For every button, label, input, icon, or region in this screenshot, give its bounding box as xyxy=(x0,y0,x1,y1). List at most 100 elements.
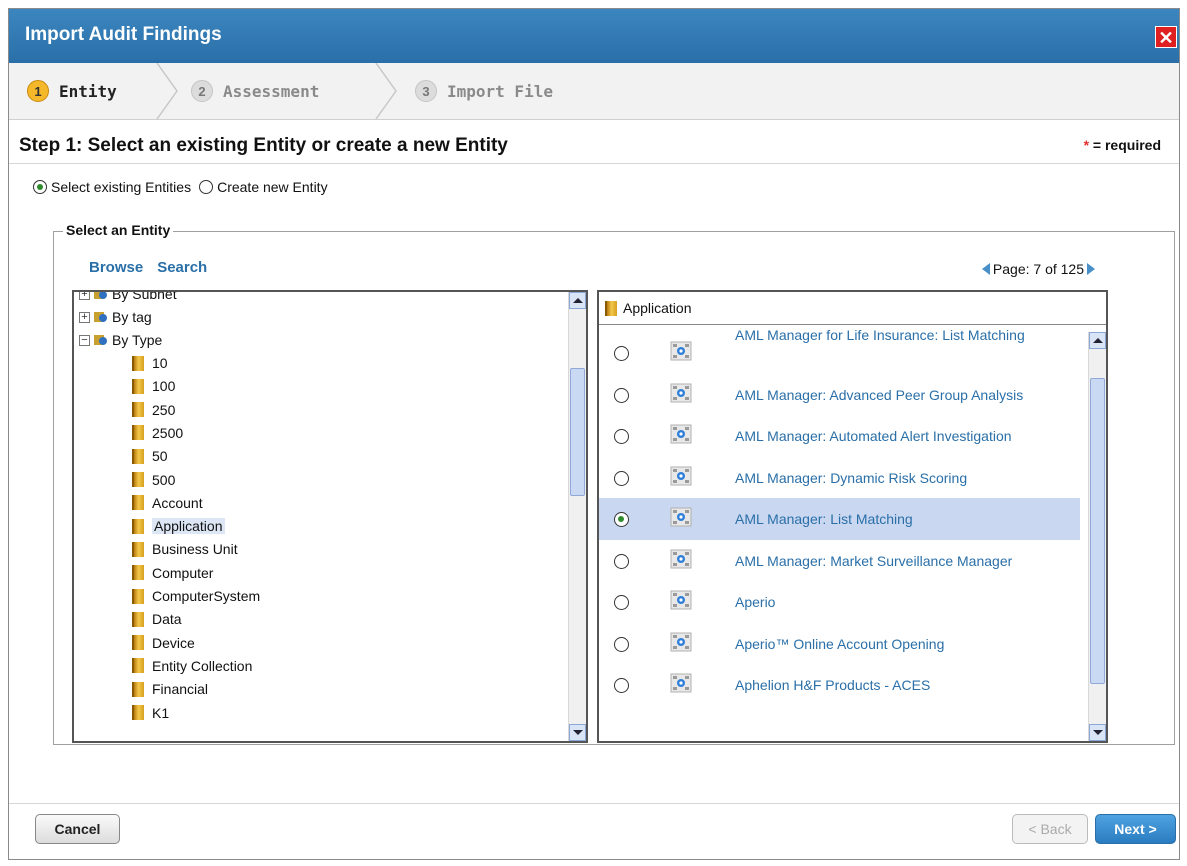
step-number-badge: 1 xyxy=(27,80,49,102)
entity-name-link[interactable]: Aperio™ Online Account Opening xyxy=(735,635,1075,653)
tree-node-label: Entity Collection xyxy=(152,657,253,674)
tree-node-label: ComputerSystem xyxy=(152,588,261,604)
entity-select-radio[interactable] xyxy=(614,553,629,569)
entity-row[interactable]: AML Manager for Life Insurance: List Mat… xyxy=(599,327,1080,374)
entity-select-radio[interactable] xyxy=(614,636,629,652)
folder-icon xyxy=(132,541,144,557)
entity-name-link[interactable]: AML Manager: Market Surveillance Manager xyxy=(735,552,1075,570)
prev-page-icon[interactable] xyxy=(981,263,990,275)
entity-row[interactable]: AML Manager: Automated Alert Investigati… xyxy=(599,415,1080,457)
select-existing-radio[interactable] xyxy=(33,180,47,194)
entity-row[interactable]: Aperio xyxy=(599,581,1080,623)
tree-node-by-type[interactable]: − By Type xyxy=(79,332,162,348)
tree-node-label: 250 xyxy=(152,401,176,418)
expand-icon[interactable]: + xyxy=(79,311,90,323)
back-button[interactable]: < Back xyxy=(1012,814,1088,844)
tree-node-label: 100 xyxy=(152,378,176,395)
entity-select-radio[interactable] xyxy=(614,387,629,403)
entity-select-radio[interactable] xyxy=(614,595,629,610)
tag-group-icon xyxy=(94,333,108,347)
folder-icon xyxy=(132,402,144,418)
entity-name-link[interactable]: Aphelion H&F Products - ACES xyxy=(735,676,1075,694)
expand-icon[interactable]: + xyxy=(79,292,90,300)
tree-node-type[interactable]: 250 xyxy=(132,402,175,418)
scroll-down-icon[interactable] xyxy=(569,724,586,741)
wizard-step-entity[interactable]: 1 Entity xyxy=(27,63,117,119)
tree-node-type[interactable]: Entity Collection xyxy=(132,658,252,674)
tree-node-type[interactable]: Device xyxy=(132,635,195,651)
tree-node-type[interactable]: Business Unit xyxy=(132,541,238,557)
scroll-down-icon[interactable] xyxy=(1089,724,1106,741)
tree-node-type[interactable]: Financial xyxy=(132,681,208,697)
entity-select-radio[interactable] xyxy=(614,512,629,527)
select-existing-label[interactable]: Select existing Entities xyxy=(51,179,191,195)
entity-row[interactable]: AML Manager: Market Surveillance Manager xyxy=(599,540,1080,582)
entity-name-link[interactable]: Aperio xyxy=(735,593,1075,611)
scroll-thumb[interactable] xyxy=(1090,378,1105,684)
folder-icon xyxy=(132,378,144,394)
tree-node-type[interactable]: K1 xyxy=(132,705,169,721)
entity-name-link[interactable]: AML Manager for Life Insurance: List Mat… xyxy=(735,326,1075,344)
entity-type-icon xyxy=(670,341,692,361)
tree-node-type[interactable]: Application xyxy=(132,518,225,535)
tree-scrollbar[interactable] xyxy=(568,292,586,741)
folder-icon xyxy=(605,300,617,316)
tree-node-type[interactable]: 2500 xyxy=(132,425,183,441)
entity-row[interactable]: AML Manager: List Matching xyxy=(599,498,1080,540)
entity-row[interactable]: AML Manager: Advanced Peer Group Analysi… xyxy=(599,374,1080,416)
tree-node-type[interactable]: Account xyxy=(132,495,203,511)
tree-node-label: 50 xyxy=(152,448,168,465)
folder-icon xyxy=(132,705,144,720)
scroll-up-icon[interactable] xyxy=(569,292,586,309)
grid-header: Application xyxy=(599,292,1106,325)
browse-link[interactable]: Browse xyxy=(89,259,143,276)
create-new-radio[interactable] xyxy=(199,180,214,194)
entity-name-link[interactable]: AML Manager: List Matching xyxy=(735,510,1075,528)
entity-name-link[interactable]: AML Manager: Dynamic Risk Scoring xyxy=(735,469,1075,487)
tree-node-label: By tag xyxy=(112,309,152,325)
grid-folder-label: Application xyxy=(623,300,692,316)
grid-scrollbar[interactable] xyxy=(1088,332,1106,741)
entity-select-radio[interactable] xyxy=(614,346,629,361)
tree-node-label: Computer xyxy=(152,564,214,581)
folder-icon xyxy=(132,472,144,487)
required-text: = required xyxy=(1089,137,1161,153)
entity-row[interactable]: AML Manager: Dynamic Risk Scoring xyxy=(599,457,1080,499)
next-page-icon[interactable] xyxy=(1087,263,1095,275)
wizard-step-import-file[interactable]: 3 Import File xyxy=(415,63,553,119)
scroll-up-icon[interactable] xyxy=(1089,332,1106,349)
tree-node-by-tag[interactable]: + By tag xyxy=(79,309,152,325)
step-title: Step 1: Select an existing Entity or cre… xyxy=(19,135,508,156)
tree-node-by-subnet[interactable]: + By Subnet xyxy=(79,292,177,302)
folder-icon xyxy=(132,658,144,674)
tree-node-type[interactable]: 100 xyxy=(132,378,175,394)
entity-select-radio[interactable] xyxy=(614,678,629,693)
entity-type-icon xyxy=(670,383,692,403)
wizard-step-assessment[interactable]: 2 Assessment xyxy=(191,63,319,119)
tree-node-type[interactable]: ComputerSystem xyxy=(132,588,260,604)
pager: Page: 7 of 125 xyxy=(981,261,1095,277)
search-link[interactable]: Search xyxy=(157,259,207,276)
tag-group-icon xyxy=(94,310,108,324)
next-button[interactable]: Next > xyxy=(1095,814,1176,844)
entity-list-panel: Application AML Manager for Life Insuran… xyxy=(597,290,1108,743)
scroll-thumb[interactable] xyxy=(570,368,585,496)
tree-node-type[interactable]: 50 xyxy=(132,448,168,464)
entity-row[interactable]: Aperio™ Online Account Opening xyxy=(599,623,1080,665)
entity-select-radio[interactable] xyxy=(614,470,629,486)
tree-node-type[interactable]: 10 xyxy=(132,355,168,371)
collapse-icon[interactable]: − xyxy=(79,334,90,346)
tree-node-type[interactable]: 500 xyxy=(132,472,175,488)
cancel-button[interactable]: Cancel xyxy=(35,814,120,844)
entity-select-radio[interactable] xyxy=(614,429,629,444)
close-icon[interactable]: ✕ xyxy=(1155,26,1177,48)
tree-node-type[interactable]: Data xyxy=(132,611,182,627)
entity-mode-options: Select existing Entities Create new Enti… xyxy=(33,179,328,195)
tree-node-type[interactable]: Computer xyxy=(132,565,213,581)
entity-name-link[interactable]: AML Manager: Automated Alert Investigati… xyxy=(735,427,1075,445)
entity-name-link[interactable]: AML Manager: Advanced Peer Group Analysi… xyxy=(735,386,1075,404)
entity-row[interactable]: Aphelion H&F Products - ACES xyxy=(599,664,1080,706)
create-new-label[interactable]: Create new Entity xyxy=(217,179,328,195)
tree-node-label: K1 xyxy=(152,704,170,721)
entity-tree-panel: + By Subnet + By tag − By Type 10 100 250 2… xyxy=(72,290,588,743)
